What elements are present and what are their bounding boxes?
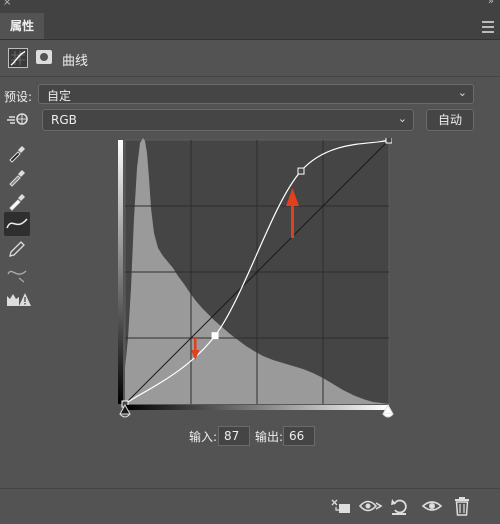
curves-graph[interactable] — [118, 138, 392, 410]
curve-points-icon[interactable] — [4, 212, 30, 236]
pencil-draw-icon[interactable] — [6, 238, 28, 260]
visibility-eye-icon[interactable] — [421, 495, 443, 517]
output-label: 输出: — [255, 430, 284, 444]
preset-value: 自定 — [47, 89, 72, 103]
properties-header: 曲线 — [0, 40, 500, 77]
curve-control-point[interactable] — [297, 167, 305, 175]
curve-control-point[interactable] — [211, 332, 219, 340]
curves-adjustment-icon[interactable] — [8, 48, 28, 68]
curve-control-point[interactable] — [385, 138, 392, 144]
input-label: 输入: — [189, 430, 218, 444]
black-point-eyedropper-icon[interactable] — [6, 142, 28, 164]
black-point-slider[interactable] — [118, 402, 134, 420]
view-previous-state-icon[interactable] — [358, 495, 384, 517]
bottom-toolbar — [0, 488, 500, 524]
chevron-down-icon: ⌄ — [457, 86, 467, 99]
targeted-adjustment-icon[interactable] — [6, 110, 30, 128]
input-gradient-bar — [125, 405, 389, 410]
preset-label: 预设: — [4, 90, 33, 104]
smooth-curve-icon[interactable] — [6, 262, 28, 284]
collapse-panel-icon[interactable]: » — [488, 0, 494, 7]
white-point-eyedropper-icon[interactable] — [6, 190, 28, 212]
panel-tab-bar: 属性 — [0, 9, 500, 40]
layer-mask-icon[interactable] — [36, 50, 52, 64]
close-icon[interactable]: × — [3, 0, 11, 8]
title-strip: × » — [0, 0, 500, 9]
channel-value: RGB — [51, 113, 77, 127]
output-gradient-bar — [118, 140, 123, 404]
delete-trash-icon[interactable] — [451, 495, 473, 517]
channel-select[interactable]: RGB ⌄ — [42, 109, 414, 131]
chevron-down-icon: ⌄ — [397, 112, 407, 125]
output-field[interactable]: 66 — [283, 426, 315, 446]
input-field[interactable]: 87 — [218, 426, 250, 446]
panel-menu-icon[interactable] — [482, 21, 494, 33]
gray-point-eyedropper-icon[interactable] — [6, 166, 28, 188]
white-point-slider[interactable] — [381, 402, 397, 420]
auto-button[interactable]: 自动 — [426, 109, 474, 131]
reset-icon[interactable] — [389, 495, 411, 517]
clipping-warning-icon[interactable] — [6, 288, 32, 310]
clip-to-layer-icon[interactable] — [330, 495, 352, 517]
adjustment-title: 曲线 — [62, 54, 89, 69]
tab-properties[interactable]: 属性 — [0, 13, 44, 39]
preset-select[interactable]: 自定 ⌄ — [38, 84, 474, 104]
